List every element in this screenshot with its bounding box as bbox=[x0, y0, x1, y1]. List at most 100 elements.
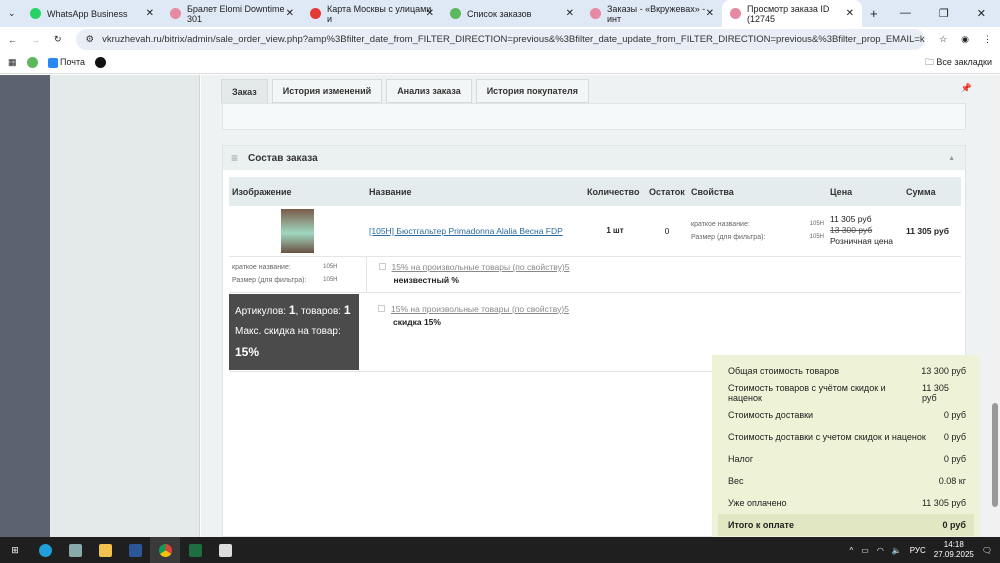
summary-row: Стоимость товаров с учётом скидок и наце… bbox=[712, 382, 980, 404]
date: 27.09.2025 bbox=[933, 550, 974, 559]
menu-icon[interactable]: ⋮ bbox=[983, 34, 992, 45]
bookmark-icon[interactable] bbox=[26, 57, 38, 68]
chevron-up-icon[interactable]: ^ bbox=[849, 546, 853, 555]
minimize-icon[interactable]: — bbox=[900, 7, 911, 20]
notifications-icon[interactable]: 🗨 bbox=[982, 546, 992, 555]
collapse-icon[interactable]: ▲ bbox=[948, 155, 955, 162]
admin-sidebar bbox=[0, 75, 50, 537]
tab-analysis[interactable]: Анализ заказа bbox=[386, 79, 472, 103]
price-type: Розничная цена bbox=[830, 236, 894, 247]
prop-value: 105H bbox=[323, 277, 338, 283]
sum: 11 305 руб bbox=[906, 225, 949, 236]
label: , товаров: bbox=[295, 305, 342, 317]
forward-icon[interactable]: → bbox=[31, 35, 40, 45]
system-tray: ^ ▭ ◠ 🔈 РУС 14:18 27.09.2025 🗨 bbox=[849, 540, 1000, 560]
whatsapp-icon bbox=[30, 8, 41, 19]
label: Артикулов: bbox=[235, 305, 287, 317]
browser-tab[interactable]: Карта Москвы с улицами и ✕ bbox=[302, 0, 442, 27]
section-header: ≡ Состав заказа ▲ bbox=[223, 146, 965, 170]
col-sum: Сумма bbox=[903, 177, 961, 206]
pin-icon[interactable]: 📌 bbox=[961, 83, 972, 94]
label: Стоимость доставки bbox=[728, 410, 814, 420]
explorer-icon[interactable] bbox=[90, 537, 120, 563]
browser-tab[interactable]: Бралет Elomi Downtime 301 ✕ bbox=[162, 0, 302, 27]
all-bookmarks[interactable]: 🗀 Все закладки bbox=[925, 55, 992, 71]
tab-order[interactable]: Заказ bbox=[221, 79, 268, 103]
col-stock: Остаток bbox=[646, 177, 688, 206]
tab-search-button[interactable]: ⌄ bbox=[0, 0, 22, 27]
bookmark-mail[interactable]: Почта bbox=[47, 57, 85, 68]
label: Стоимость доставки с учетом скидок и нац… bbox=[728, 432, 926, 442]
app-icon[interactable] bbox=[210, 537, 240, 563]
discount-checkbox[interactable] bbox=[378, 304, 385, 312]
order-stats-box: Артикулов: 1, товаров: 1 Макс. скидка на … bbox=[229, 293, 359, 370]
scrollbar[interactable] bbox=[990, 75, 1000, 537]
restore-icon[interactable]: ❐ bbox=[939, 7, 949, 20]
chrome-icon[interactable] bbox=[150, 537, 180, 563]
prop-key: Размер (для фильтра): bbox=[691, 233, 766, 241]
tab-customer-history[interactable]: История покупателя bbox=[475, 79, 590, 103]
browser-tab[interactable]: Список заказов ✕ bbox=[442, 0, 582, 27]
clock[interactable]: 14:18 27.09.2025 bbox=[934, 540, 974, 560]
value: 11 305 руб bbox=[922, 383, 949, 403]
value: 0.08 кг bbox=[938, 476, 966, 486]
col-name: Название bbox=[366, 177, 584, 206]
word-icon[interactable] bbox=[120, 537, 150, 563]
order-info-panel bbox=[222, 103, 966, 130]
label: Общая стоимость товаров bbox=[728, 366, 840, 376]
close-icon[interactable]: ✕ bbox=[566, 8, 574, 19]
product-link[interactable]: [105H] Бюстгальтер Primadonna Alalia Вес… bbox=[369, 226, 563, 236]
add-bookmark-icon[interactable] bbox=[95, 57, 107, 68]
discount-value: неизвестный % bbox=[393, 275, 459, 285]
col-props: Свойства bbox=[688, 177, 827, 206]
close-icon[interactable]: ✕ bbox=[706, 8, 714, 19]
drag-handle-icon[interactable]: ≡ bbox=[231, 151, 238, 165]
browser-tab[interactable]: Заказы - «Вкружевах» - инт ✕ bbox=[582, 0, 722, 27]
discount-value: скидка 15% bbox=[393, 316, 441, 327]
close-icon[interactable]: ✕ bbox=[426, 8, 434, 19]
max-discount: 15% bbox=[235, 344, 260, 359]
close-icon[interactable]: ✕ bbox=[146, 8, 154, 19]
tab-history[interactable]: История изменений bbox=[271, 79, 383, 103]
excel-icon[interactable] bbox=[180, 537, 210, 563]
url-input[interactable]: ⚙ vkruzhevah.ru/bitrix/admin/sale_order_v… bbox=[75, 29, 926, 50]
discount-link[interactable]: 15% на произвольные товары (по свойству)… bbox=[391, 304, 569, 314]
new-tab-button[interactable]: + bbox=[862, 6, 886, 21]
close-icon[interactable]: ✕ bbox=[846, 8, 854, 19]
apps-icon[interactable]: ▦ bbox=[8, 57, 17, 68]
site-info-icon[interactable]: ⚙ bbox=[86, 34, 95, 45]
scrollbar-thumb[interactable] bbox=[992, 403, 998, 507]
col-qty: Количество bbox=[584, 177, 646, 206]
label: Вес bbox=[728, 476, 744, 486]
admin-submenu bbox=[50, 75, 200, 537]
discount-checkbox[interactable] bbox=[378, 263, 386, 270]
summary-row: Общая стоимость товаров 13 300 руб bbox=[712, 360, 980, 382]
language-indicator[interactable]: РУС bbox=[910, 546, 926, 555]
star-icon[interactable]: ☆ bbox=[939, 34, 947, 45]
close-icon[interactable]: ✕ bbox=[286, 8, 294, 19]
product-image[interactable] bbox=[281, 208, 314, 253]
profile-icon[interactable]: ◉ bbox=[961, 34, 969, 45]
calculator-icon[interactable] bbox=[60, 537, 90, 563]
summary-row: Стоимость доставки 0 руб bbox=[712, 404, 980, 426]
browser-tab[interactable]: WhatsApp Business ✕ bbox=[22, 0, 162, 27]
reload-icon[interactable]: ↻ bbox=[54, 34, 62, 45]
edge-icon[interactable] bbox=[30, 537, 60, 563]
back-icon[interactable]: ← bbox=[8, 35, 17, 45]
goods-count: 1 bbox=[343, 302, 351, 317]
prop-value: 105H bbox=[809, 233, 824, 240]
wifi-icon[interactable]: ◠ bbox=[877, 546, 884, 555]
site-icon bbox=[730, 8, 741, 19]
close-window-icon[interactable]: ✕ bbox=[977, 7, 986, 20]
value: 0 руб bbox=[943, 454, 966, 464]
old-price: 13 300 руб bbox=[830, 225, 873, 236]
browser-tab-active[interactable]: Просмотр заказа ID (12745 ✕ bbox=[722, 0, 862, 27]
discount-link[interactable]: 15% на произвольные товары (по свойству)… bbox=[392, 262, 570, 272]
main-content: Заказ История изменений Анализ заказа Ис… bbox=[201, 75, 990, 538]
battery-icon[interactable]: ▭ bbox=[861, 546, 869, 555]
label: Итого к оплате bbox=[728, 520, 794, 530]
value: 0 руб bbox=[943, 432, 966, 442]
volume-icon[interactable]: 🔈 bbox=[892, 546, 902, 555]
label: Макс. скидка на товар: bbox=[235, 325, 341, 337]
start-icon[interactable]: ⊞ bbox=[0, 537, 30, 563]
